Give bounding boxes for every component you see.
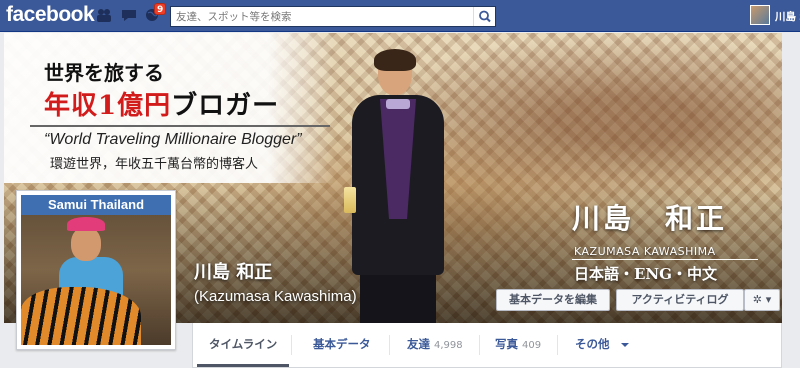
profile-name[interactable]: 川島 和正 <box>194 258 272 284</box>
friend-requests-icon[interactable] <box>96 8 112 22</box>
photos-count: 409 <box>522 340 542 351</box>
tab-photos[interactable]: 写真 409 <box>495 323 541 367</box>
top-bar: facebook 9 川島 和 <box>0 0 800 32</box>
cover-tagline-1: 世界を旅する <box>44 61 164 85</box>
edit-profile-button[interactable]: 基本データを編集 <box>496 289 610 311</box>
tab-friends[interactable]: 友達 4,998 <box>407 323 463 367</box>
cover-person-figure <box>334 49 452 323</box>
tab-about[interactable]: 基本データ <box>313 323 371 367</box>
notification-badge[interactable]: 9 <box>154 3 167 15</box>
search-button[interactable] <box>473 7 495 26</box>
settings-gear-icon[interactable]: ✲ ▾ <box>744 289 780 311</box>
search-box <box>170 6 496 27</box>
cover-tagline-black: ブロガー <box>171 91 280 121</box>
chevron-down-icon <box>620 342 629 347</box>
tab-timeline[interactable]: タイムライン <box>196 323 290 367</box>
tab-more[interactable]: その他 <box>575 323 630 367</box>
profile-tabs: タイムライン 基本データ 友達 4,998 写真 409 その他 <box>192 323 782 368</box>
messages-icon[interactable] <box>121 8 137 22</box>
facebook-logo[interactable]: facebook <box>6 3 95 27</box>
profile-picture[interactable]: Samui Thailand <box>16 190 176 350</box>
tiger-image <box>21 287 141 345</box>
friends-count: 4,998 <box>434 340 463 351</box>
profile-photo: Samui Thailand <box>21 195 171 345</box>
cover-tagline-2: 年収1億円ブロガー <box>44 85 279 122</box>
cover-tagline-english: “World Traveling Millionaire Blogger” <box>44 131 302 148</box>
user-avatar[interactable] <box>750 5 770 25</box>
cover-name-roman: KAZUMASA KAWASHIMA <box>574 245 716 258</box>
cover-languages: 日本語・ENG・中文 <box>574 265 717 283</box>
cover-tagline-chinese: 環遊世界，年收五千萬台幣的博客人 <box>50 157 259 172</box>
cover-divider <box>30 125 330 127</box>
activity-log-button[interactable]: アクティビティログ <box>616 289 744 311</box>
profile-alternate-name: (Kazumasa Kawashima) <box>194 288 357 305</box>
search-icon <box>479 10 491 23</box>
cover-name-kanji: 川島 和正 <box>572 202 728 235</box>
search-input[interactable] <box>171 7 473 26</box>
user-name[interactable]: 川島 和 <box>775 9 800 24</box>
profile-photo-sign: Samui Thailand <box>21 195 171 215</box>
cover-name-rule <box>572 259 758 260</box>
cover-tagline-red: 年収1億円 <box>44 91 172 121</box>
